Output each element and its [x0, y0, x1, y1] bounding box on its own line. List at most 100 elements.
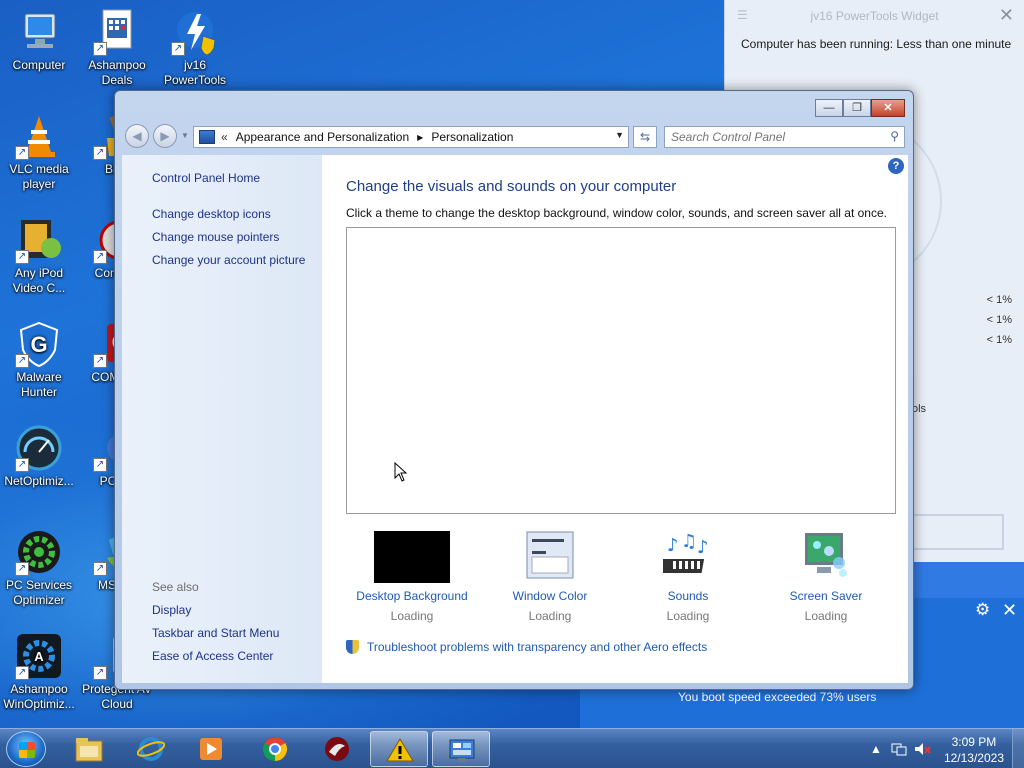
taskbar-internet-explorer[interactable] [122, 731, 180, 767]
change-desktop-icons-link[interactable]: Change desktop icons [152, 207, 271, 221]
shortcut-arrow-icon: ↗ [15, 354, 29, 368]
shortcut-arrow-icon: ↗ [93, 146, 107, 160]
shortcut-arrow-icon: ↗ [93, 666, 107, 680]
gear-icon[interactable]: ⚙ [975, 600, 990, 620]
shortcut-arrow-icon: ↗ [15, 562, 29, 576]
screen-saver-icon [801, 531, 851, 583]
desktop-icon-computer[interactable]: Computer [1, 8, 77, 73]
sounds-option[interactable]: ♪ ♫ ♪ Sounds Loading [619, 531, 757, 623]
taskbar-chrome[interactable] [246, 731, 304, 767]
ashampoo-deals-icon: ↗ [93, 8, 141, 56]
jv16-powertools-icon: ↗ [171, 8, 219, 56]
taskbar-file-explorer[interactable] [60, 731, 118, 767]
window-color-label[interactable]: Window Color [481, 589, 619, 603]
system-clock[interactable]: 3:09 PM 12/13/2023 [944, 734, 1004, 766]
desktop-icon-any-ipod[interactable]: ↗ Any iPod Video C... [1, 216, 77, 296]
taskbar-media-player[interactable] [182, 731, 240, 767]
comodo-dragon-icon [323, 736, 351, 762]
control-panel-home-link[interactable]: Control Panel Home [152, 171, 260, 185]
desktop-background-icon [374, 531, 450, 583]
show-desktop-button[interactable] [1012, 729, 1024, 768]
taskbar-control-panel[interactable] [432, 731, 490, 767]
troubleshoot-aero-link[interactable]: Troubleshoot problems with transparency … [346, 640, 707, 654]
desktop-icon-label: VLC media player [9, 162, 69, 191]
desktop-background-option[interactable]: Desktop Background Loading [343, 531, 481, 623]
show-hidden-icons-icon[interactable]: ▲ [870, 742, 882, 756]
shortcut-arrow-icon: ↗ [93, 354, 107, 368]
change-account-picture-link[interactable]: Change your account picture [152, 253, 305, 267]
minimize-button[interactable]: — [815, 99, 843, 117]
desktop-icon-label: NetOptimiz... [4, 474, 74, 488]
volume-muted-icon[interactable] [914, 742, 932, 759]
screen-saver-option[interactable]: Screen Saver Loading [757, 531, 895, 623]
change-mouse-pointers-link[interactable]: Change mouse pointers [152, 230, 279, 244]
screen-saver-status: Loading [804, 609, 848, 623]
shortcut-arrow-icon: ↗ [15, 250, 29, 264]
widget-menu-icon[interactable]: ☰ [737, 8, 748, 22]
shortcut-arrow-icon: ↗ [93, 458, 107, 472]
shortcut-arrow-icon: ↗ [93, 42, 107, 56]
desktop-background-label[interactable]: Desktop Background [343, 589, 481, 603]
window-color-status: Loading [528, 609, 572, 623]
widget-cpu-percent: < 1% [986, 294, 1012, 306]
desktop-icon-label: PC Services Optimizer [5, 578, 73, 607]
widget-disk-percent: < 1% [986, 334, 1012, 346]
desktop-icon-label: jv16 PowerTools [163, 58, 227, 87]
breadcrumb-personalization[interactable]: Personalization [431, 130, 513, 144]
search-box[interactable]: ⚲ [664, 126, 905, 148]
netoptimizer-icon: ↗ [15, 424, 63, 472]
svg-text:♪: ♪ [697, 537, 709, 558]
desktop-icon-vlc[interactable]: ↗ VLC media player [1, 112, 77, 192]
svg-text:♪: ♪ [667, 535, 679, 556]
taskbar-warning-app[interactable] [370, 731, 428, 767]
ease-of-access-link[interactable]: Ease of Access Center [152, 649, 273, 663]
media-player-icon [197, 736, 225, 762]
taskbar-comodo-dragon[interactable] [308, 731, 366, 767]
search-input[interactable] [671, 127, 881, 147]
search-icon[interactable]: ⚲ [890, 129, 899, 143]
breadcrumb-overflow[interactable]: « [221, 130, 228, 144]
desktop-icon-pc-services[interactable]: ↗ PC Services Optimizer [1, 528, 77, 608]
windows-logo-icon [19, 742, 35, 758]
widget-running-text: Computer has been running: Less than one… [741, 37, 1012, 51]
recent-pages-dropdown-icon[interactable]: ▼ [181, 131, 189, 140]
close-button[interactable]: ✕ [871, 99, 905, 117]
taskbar: ▲ 3:09 PM 12/13/2023 [0, 728, 1024, 768]
desktop-icon-malware-hunter[interactable]: G ↗ Malware Hunter [1, 320, 77, 400]
computer-icon [15, 8, 63, 56]
breadcrumb-separator-icon[interactable]: ▶ [417, 133, 423, 142]
desktop-icon-jv16[interactable]: ↗ jv16 PowerTools [157, 8, 233, 88]
desktop-icon-ashampoo-deals[interactable]: ↗ Ashampoo Deals [79, 8, 155, 88]
window-color-option[interactable]: Window Color Loading [481, 531, 619, 623]
warning-app-icon [386, 737, 414, 763]
display-link[interactable]: Display [152, 603, 191, 617]
address-dropdown-icon[interactable]: ▼ [615, 130, 624, 140]
control-panel-icon [448, 737, 476, 763]
screen-saver-label[interactable]: Screen Saver [757, 589, 895, 603]
widget-close-button[interactable]: ✕ [999, 5, 1014, 26]
start-button[interactable] [6, 731, 46, 767]
troubleshoot-aero-label[interactable]: Troubleshoot problems with transparency … [367, 640, 707, 654]
address-bar[interactable]: « Appearance and Personalization ▶ Perso… [193, 126, 629, 148]
chrome-icon [261, 736, 289, 762]
back-button[interactable]: ◀ [125, 124, 149, 148]
boost-close-button[interactable]: ✕ [1002, 600, 1017, 621]
svg-text:G: G [30, 332, 47, 357]
main-pane: ? Change the visuals and sounds on your … [322, 155, 908, 683]
forward-button[interactable]: ▶ [153, 124, 177, 148]
vlc-icon: ↗ [15, 112, 63, 160]
desktop-icon-netoptimizer[interactable]: ↗ NetOptimiz... [1, 424, 77, 489]
breadcrumb-appearance[interactable]: Appearance and Personalization [236, 130, 409, 144]
desktop-icon-ashampoo-winoptimizer[interactable]: A ↗ Ashampoo WinOptimiz... [1, 632, 77, 712]
sounds-label[interactable]: Sounds [619, 589, 757, 603]
themes-list[interactable] [346, 227, 896, 514]
help-icon[interactable]: ? [888, 158, 904, 174]
shortcut-arrow-icon: ↗ [15, 666, 29, 680]
widget-tools-text: ols [912, 403, 927, 415]
maximize-button[interactable]: ❐ [843, 99, 871, 117]
personalization-window: — ❐ ✕ ◀ ▶ ▼ « Appearance and Personaliza… [114, 90, 914, 690]
network-icon[interactable] [891, 742, 907, 759]
taskbar-start-menu-link[interactable]: Taskbar and Start Menu [152, 626, 279, 640]
refresh-button[interactable]: ⇆ [633, 126, 657, 148]
task-pane: Control Panel Home Change desktop icons … [122, 155, 322, 683]
